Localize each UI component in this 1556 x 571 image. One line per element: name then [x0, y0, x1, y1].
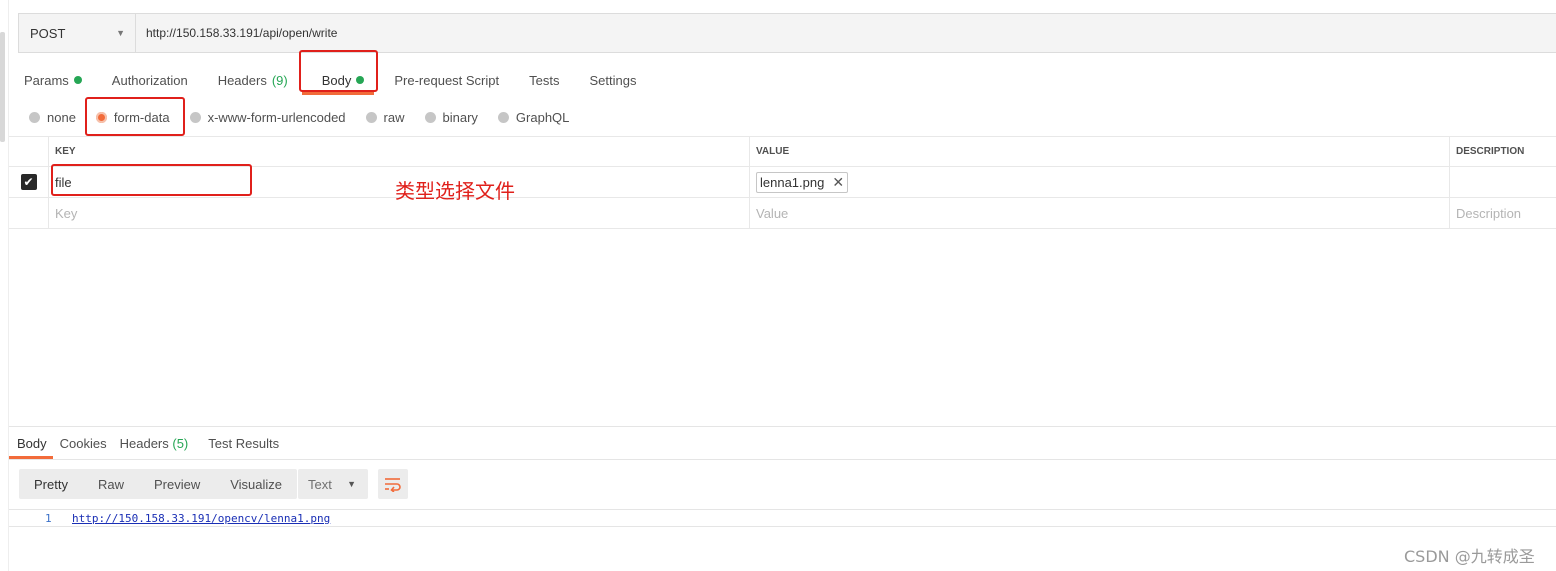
- tab-label: Settings: [589, 72, 637, 88]
- status-dot-icon: [73, 76, 82, 84]
- method-select[interactable]: POST ▼: [19, 14, 136, 52]
- method-label: POST: [30, 25, 66, 41]
- highlight-body-tab: [299, 50, 378, 92]
- view-visualize-button[interactable]: Visualize: [215, 469, 297, 499]
- radio-label: raw: [383, 109, 405, 125]
- active-tab-indicator: [302, 92, 374, 95]
- radio-icon: [365, 111, 377, 123]
- radio-icon: [497, 111, 509, 123]
- view-mode-group: Pretty Raw Preview Visualize: [19, 469, 298, 499]
- file-chip: lenna1.png ✕: [756, 171, 849, 193]
- wrap-lines-button[interactable]: [378, 469, 408, 499]
- tab-authorization[interactable]: Authorization: [112, 73, 188, 88]
- radio-icon: [424, 111, 436, 123]
- response-tab-cookies[interactable]: Cookies: [60, 436, 107, 451]
- description-input[interactable]: [1450, 167, 1556, 197]
- tab-count: (5): [172, 435, 189, 451]
- radio-label: GraphQL: [515, 109, 570, 125]
- response-tabs: Body Cookies Headers (5) Test Results: [17, 435, 292, 451]
- left-divider: [8, 0, 9, 571]
- tab-params[interactable]: Params: [24, 73, 82, 88]
- highlight-form-data: [85, 97, 185, 136]
- radio-icon: [189, 111, 201, 123]
- row-checkbox-cell: ✔: [9, 167, 49, 197]
- header-value: VALUE: [750, 137, 1450, 166]
- checkbox-checked-icon[interactable]: ✔: [20, 174, 37, 190]
- line-number: 1: [45, 512, 52, 525]
- annotation-text: 类型选择文件: [395, 179, 515, 203]
- view-preview-button[interactable]: Preview: [139, 469, 215, 499]
- tab-count: (9): [271, 72, 288, 88]
- highlight-key-file: [51, 164, 252, 196]
- close-icon[interactable]: ✕: [832, 174, 844, 191]
- view-pretty-button[interactable]: Pretty: [19, 469, 83, 499]
- header-description: DESCRIPTION: [1456, 146, 1525, 157]
- radio-binary[interactable]: binary: [424, 109, 478, 125]
- tab-label: Pre-request Script: [394, 72, 500, 88]
- response-divider: [9, 426, 1556, 427]
- radio-label: binary: [442, 109, 478, 125]
- format-label: Text: [308, 476, 332, 492]
- url-bar: POST ▼ http://150.158.33.191/api/open/wr…: [18, 13, 1556, 53]
- tab-headers[interactable]: Headers (9): [218, 73, 288, 88]
- view-raw-button[interactable]: Raw: [83, 469, 139, 499]
- table-header: KEY VALUE DESCRIPTION: [9, 136, 1556, 167]
- response-link[interactable]: http://150.158.33.191/opencv/lenna1.png: [72, 512, 330, 525]
- radio-graphql[interactable]: GraphQL: [497, 109, 570, 125]
- tab-settings[interactable]: Settings: [589, 73, 636, 88]
- watermark: CSDN @九转成圣: [1404, 547, 1535, 566]
- response-tab-body[interactable]: Body: [17, 436, 47, 451]
- header-key: KEY: [49, 137, 750, 166]
- url-input[interactable]: http://150.158.33.191/api/open/write: [136, 26, 337, 40]
- row-checkbox-cell: [9, 198, 49, 228]
- format-select[interactable]: Text ▼: [298, 469, 368, 499]
- description-placeholder-input[interactable]: Description: [1450, 198, 1556, 228]
- left-scrollbar[interactable]: [0, 32, 5, 142]
- table-row-new: Key Value Description: [9, 198, 1556, 229]
- tab-label: Params: [24, 72, 69, 88]
- radio-none[interactable]: none: [29, 110, 76, 125]
- file-name: lenna1.png: [760, 174, 825, 190]
- tab-label: Headers: [217, 72, 267, 88]
- wrap-lines-icon: [385, 478, 401, 492]
- response-tabs-separator: [9, 459, 1556, 460]
- header-checkbox-cell: [9, 137, 49, 166]
- tab-label: Tests: [529, 72, 560, 88]
- tab-tests[interactable]: Tests: [529, 73, 559, 88]
- radio-label: none: [47, 109, 76, 125]
- value-cell[interactable]: lenna1.png ✕: [750, 167, 1450, 197]
- radio-raw[interactable]: raw: [365, 109, 405, 125]
- response-tab-headers[interactable]: Headers (5): [120, 436, 189, 451]
- tab-pre-request-script[interactable]: Pre-request Script: [394, 73, 499, 88]
- radio-icon: [29, 111, 40, 123]
- tab-label: Headers: [119, 435, 169, 451]
- value-placeholder-input[interactable]: Value: [750, 198, 1450, 228]
- chevron-down-icon: ▼: [116, 28, 125, 38]
- response-tab-test-results[interactable]: Test Results: [208, 436, 279, 451]
- chevron-down-icon: ▼: [347, 479, 356, 489]
- radio-x-www-form-urlencoded[interactable]: x-www-form-urlencoded: [189, 109, 346, 125]
- tab-label: Authorization: [111, 72, 188, 88]
- radio-label: x-www-form-urlencoded: [207, 109, 346, 125]
